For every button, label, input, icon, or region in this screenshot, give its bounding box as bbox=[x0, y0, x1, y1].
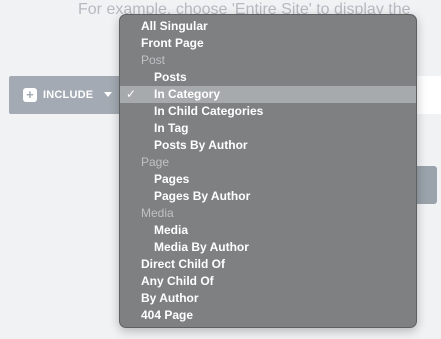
menu-item-in-tag[interactable]: In Tag bbox=[120, 120, 416, 137]
menu-item-label: In Category bbox=[154, 87, 221, 101]
menu-group-page: Page bbox=[120, 154, 416, 171]
menu-item-label: In Child Categories bbox=[154, 104, 264, 118]
include-button[interactable]: + INCLUDE bbox=[23, 87, 93, 103]
menu-item-posts-by-author[interactable]: Posts By Author bbox=[120, 137, 416, 154]
menu-item-label: Pages By Author bbox=[154, 189, 251, 203]
menu-item-label: Direct Child Of bbox=[141, 257, 226, 271]
menu-item-404-page[interactable]: 404 Page bbox=[120, 307, 416, 324]
menu-group-post: Post bbox=[120, 52, 416, 69]
menu-item-front-page[interactable]: Front Page bbox=[120, 35, 416, 52]
menu-item-label: Pages bbox=[154, 172, 190, 186]
menu-item-label: Post bbox=[141, 53, 166, 67]
menu-item-any-child-of[interactable]: Any Child Of bbox=[120, 273, 416, 290]
menu-item-label: Front Page bbox=[141, 36, 204, 50]
menu-item-in-category[interactable]: ✓ In Category bbox=[120, 86, 416, 103]
menu-item-pages[interactable]: Pages bbox=[120, 171, 416, 188]
caret-down-icon[interactable] bbox=[104, 92, 112, 97]
checkmark-icon: ✓ bbox=[126, 87, 137, 101]
include-label: INCLUDE bbox=[43, 89, 94, 101]
menu-item-posts[interactable]: Posts bbox=[120, 69, 416, 86]
menu-item-label: By Author bbox=[141, 291, 199, 305]
include-dropdown[interactable]: + INCLUDE bbox=[9, 76, 129, 114]
menu-item-label: 404 Page bbox=[141, 308, 194, 322]
menu-group-media: Media bbox=[120, 205, 416, 222]
menu-item-label: Media bbox=[141, 206, 174, 220]
menu-item-pages-by-author[interactable]: Pages By Author bbox=[120, 188, 416, 205]
menu-item-in-child-categories[interactable]: In Child Categories bbox=[120, 103, 416, 120]
menu-item-label: Media bbox=[154, 223, 189, 237]
menu-item-label: Page bbox=[141, 155, 170, 169]
menu-item-direct-child-of[interactable]: Direct Child Of bbox=[120, 256, 416, 273]
menu-item-label: In Tag bbox=[154, 121, 189, 135]
menu-item-media-by-author[interactable]: Media By Author bbox=[120, 239, 416, 256]
menu-item-label: Posts By Author bbox=[154, 138, 248, 152]
menu-item-media[interactable]: Media bbox=[120, 222, 416, 239]
location-dropdown-menu: All Singular Front Page Post Posts ✓ In Categ… bbox=[119, 14, 417, 328]
menu-item-label: Posts bbox=[154, 70, 187, 84]
menu-item-by-author[interactable]: By Author bbox=[120, 290, 416, 307]
plus-icon: + bbox=[23, 88, 37, 102]
menu-item-label: Any Child Of bbox=[141, 274, 214, 288]
menu-item-label: All Singular bbox=[141, 19, 208, 33]
menu-item-label: Media By Author bbox=[154, 240, 249, 254]
menu-item-all-singular[interactable]: All Singular bbox=[120, 18, 416, 35]
